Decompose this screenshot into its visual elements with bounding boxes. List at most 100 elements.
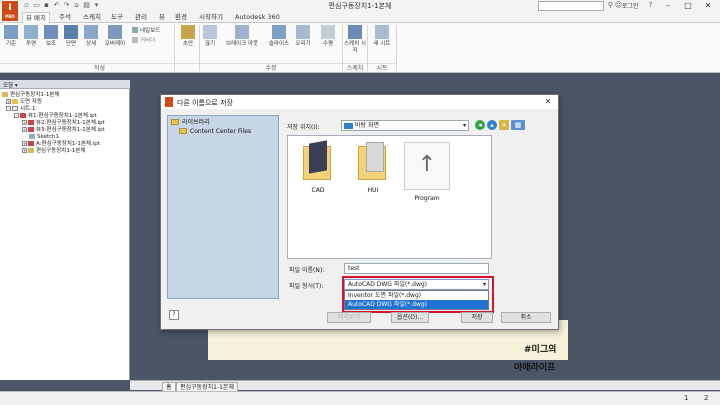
status-bar: 1 2	[0, 391, 720, 405]
browser-header[interactable]: 모형 ▾	[0, 80, 130, 89]
tree-item-drawing[interactable]: 편심구동장치1-1본체	[2, 92, 105, 99]
search-input[interactable]	[538, 1, 604, 11]
folder-icon	[179, 128, 187, 134]
tab-view-layout[interactable]: 뷰 배치	[22, 12, 51, 23]
locations-pane[interactable]: 라이브러리 Content Center Files	[167, 115, 279, 299]
highlight-box	[342, 276, 494, 313]
start-sketch-button[interactable]: 스케치 시작	[344, 25, 366, 55]
up-folder-icon[interactable]: ▴	[487, 120, 497, 130]
minimize-button[interactable]: –	[660, 0, 676, 12]
document-tab[interactable]: 편심구동장치1-1본체	[176, 382, 238, 391]
expand-toggle[interactable]: +	[6, 99, 11, 104]
slice-button[interactable]: 슬라이스	[265, 25, 293, 48]
preview-button[interactable]: 미리보기	[327, 312, 371, 323]
detail-view-button[interactable]: 상세	[81, 25, 101, 48]
dialog-close-button[interactable]: ✕	[541, 96, 555, 108]
document-tab-bar: 홈 편심구동장치1-1본체	[130, 380, 720, 391]
save-icon[interactable]: ▪	[42, 1, 51, 10]
tab-get-started[interactable]: 시작하기	[196, 12, 226, 23]
break-button[interactable]: 끊기	[200, 25, 220, 48]
group-sheet: 시트	[368, 63, 396, 73]
help-button[interactable]: ?	[169, 310, 179, 320]
watermark-line1: #미그의	[524, 345, 557, 355]
filename-input[interactable]: test	[344, 263, 489, 274]
expand-toggle[interactable]: +	[22, 127, 27, 132]
collapse-toggle[interactable]: –	[6, 106, 11, 111]
cancel-button[interactable]: 취소	[501, 312, 551, 323]
tree-item-view2[interactable]: + 뷰2:편심구동장치1-1본체.ipt	[2, 120, 105, 127]
overlay-icon	[108, 25, 122, 39]
expand-toggle[interactable]: +	[22, 148, 27, 153]
break-out-button[interactable]: 브레이크 아웃	[220, 25, 264, 48]
tab-annotate[interactable]: 주석	[56, 12, 74, 23]
tree-item-drawing-resources[interactable]: + 도면 자원	[2, 99, 105, 106]
expand-toggle[interactable]: +	[22, 141, 27, 146]
slice-icon	[272, 25, 286, 39]
maximize-button[interactable]: □	[680, 0, 696, 12]
new-sheet-button[interactable]: 새 시트	[370, 25, 394, 48]
tree-item-sheet[interactable]: – 시트:1	[2, 106, 105, 113]
overlay-small-button[interactable]: 커버더	[132, 37, 155, 45]
home-tab[interactable]: 홈	[162, 382, 176, 391]
nailboard-icon	[132, 27, 138, 33]
folder-item-cad[interactable]: CAD	[293, 140, 343, 194]
tab-autodesk-360[interactable]: Autodesk 360	[232, 12, 283, 23]
tab-view[interactable]: 뷰	[156, 12, 168, 23]
tab-sketch[interactable]: 스케치	[80, 12, 104, 23]
open-file-icon[interactable]: ▭	[32, 1, 41, 10]
folder-item-hui[interactable]: HUI	[348, 142, 398, 194]
location-content-center[interactable]: Content Center Files	[171, 127, 275, 136]
options-button[interactable]: 옵션(O)...	[391, 312, 429, 323]
section-view-button[interactable]: 단면	[61, 25, 81, 48]
shortcut-item-program[interactable]: ↑ Program	[402, 142, 452, 202]
save-button[interactable]: 저장	[461, 312, 493, 323]
new-file-icon[interactable]: ▫	[22, 1, 31, 10]
home-icon[interactable]: ⌂	[72, 1, 81, 10]
crop-button[interactable]: 오리기	[292, 25, 314, 48]
filename-label: 파일 이름(N):	[289, 267, 325, 274]
tree-item-view-a[interactable]: + A:편심구동장치1-1본체.ipt	[2, 141, 105, 148]
tree-item-view1[interactable]: – 뷰1:편심구동장치1-1본체.ipt	[2, 113, 105, 120]
save-in-dropdown[interactable]: 바탕 화면 ▾	[341, 120, 469, 131]
new-folder-icon[interactable]: +	[499, 120, 509, 130]
help-icon[interactable]: ?	[646, 1, 655, 10]
tree-item-view3[interactable]: + 뷰3:편심구동장치1-1본체.ipt	[2, 127, 105, 134]
tab-tools[interactable]: 도구	[108, 12, 126, 23]
login-link[interactable]: 로그인	[622, 1, 639, 10]
auxiliary-view-button[interactable]: 보조	[41, 25, 61, 48]
collapse-toggle[interactable]: –	[14, 113, 19, 118]
sketch-icon	[348, 25, 362, 39]
title-bar: 편심구동장치1-1본체 ▫ ▭ ▪ ↶ ↷ ⌂ ▤ ▾ ⚲ ☺ 로그인 ? – …	[0, 0, 720, 12]
overlay-button[interactable]: 오버레이	[102, 25, 128, 48]
redo-icon[interactable]: ↷	[62, 1, 71, 10]
tree-item-part[interactable]: + 편심구동장치1-1본체	[2, 148, 105, 155]
nailboard-button[interactable]: 네일보드	[132, 27, 160, 35]
view-icon	[20, 113, 26, 118]
section-view-icon	[64, 25, 78, 39]
dropdown-arrow-icon[interactable]: ▾	[92, 1, 101, 10]
tree-item-sketch1[interactable]: Sketch1	[2, 134, 105, 141]
view-menu-icon[interactable]: ▦	[511, 120, 525, 130]
print-icon[interactable]: ▤	[82, 1, 91, 10]
horizontal-button[interactable]: 수평	[318, 25, 338, 48]
expand-toggle[interactable]: +	[22, 120, 27, 125]
folder-icon	[301, 140, 335, 182]
model-browser[interactable]: 모형 ▾ 편심구동장치1-1본체 + 도면 자원 – 시트:1 – 뷰1:편심구동장치…	[0, 80, 130, 380]
filetype-label: 파일 형식(T):	[289, 283, 324, 290]
back-icon[interactable]: ◂	[475, 120, 485, 130]
sheet-icon	[12, 106, 18, 111]
close-button[interactable]: ✕	[700, 0, 716, 12]
tab-environments[interactable]: 환경	[172, 12, 190, 23]
draft-view-button[interactable]: 초안	[178, 25, 198, 48]
part-icon	[28, 148, 34, 153]
base-view-button[interactable]: 기준	[1, 25, 21, 48]
status-count-2: 2	[704, 394, 709, 402]
draft-view-icon	[181, 25, 195, 39]
file-list[interactable]: CAD HUI ↑ Program	[287, 135, 492, 259]
projected-view-button[interactable]: 투영	[21, 25, 41, 48]
tab-manage[interactable]: 관리	[132, 12, 150, 23]
undo-icon[interactable]: ↶	[52, 1, 61, 10]
location-library[interactable]: 라이브러리	[171, 118, 275, 127]
group-modify: 수정	[200, 63, 342, 73]
inventor-logo[interactable]: I PRO	[2, 1, 18, 21]
